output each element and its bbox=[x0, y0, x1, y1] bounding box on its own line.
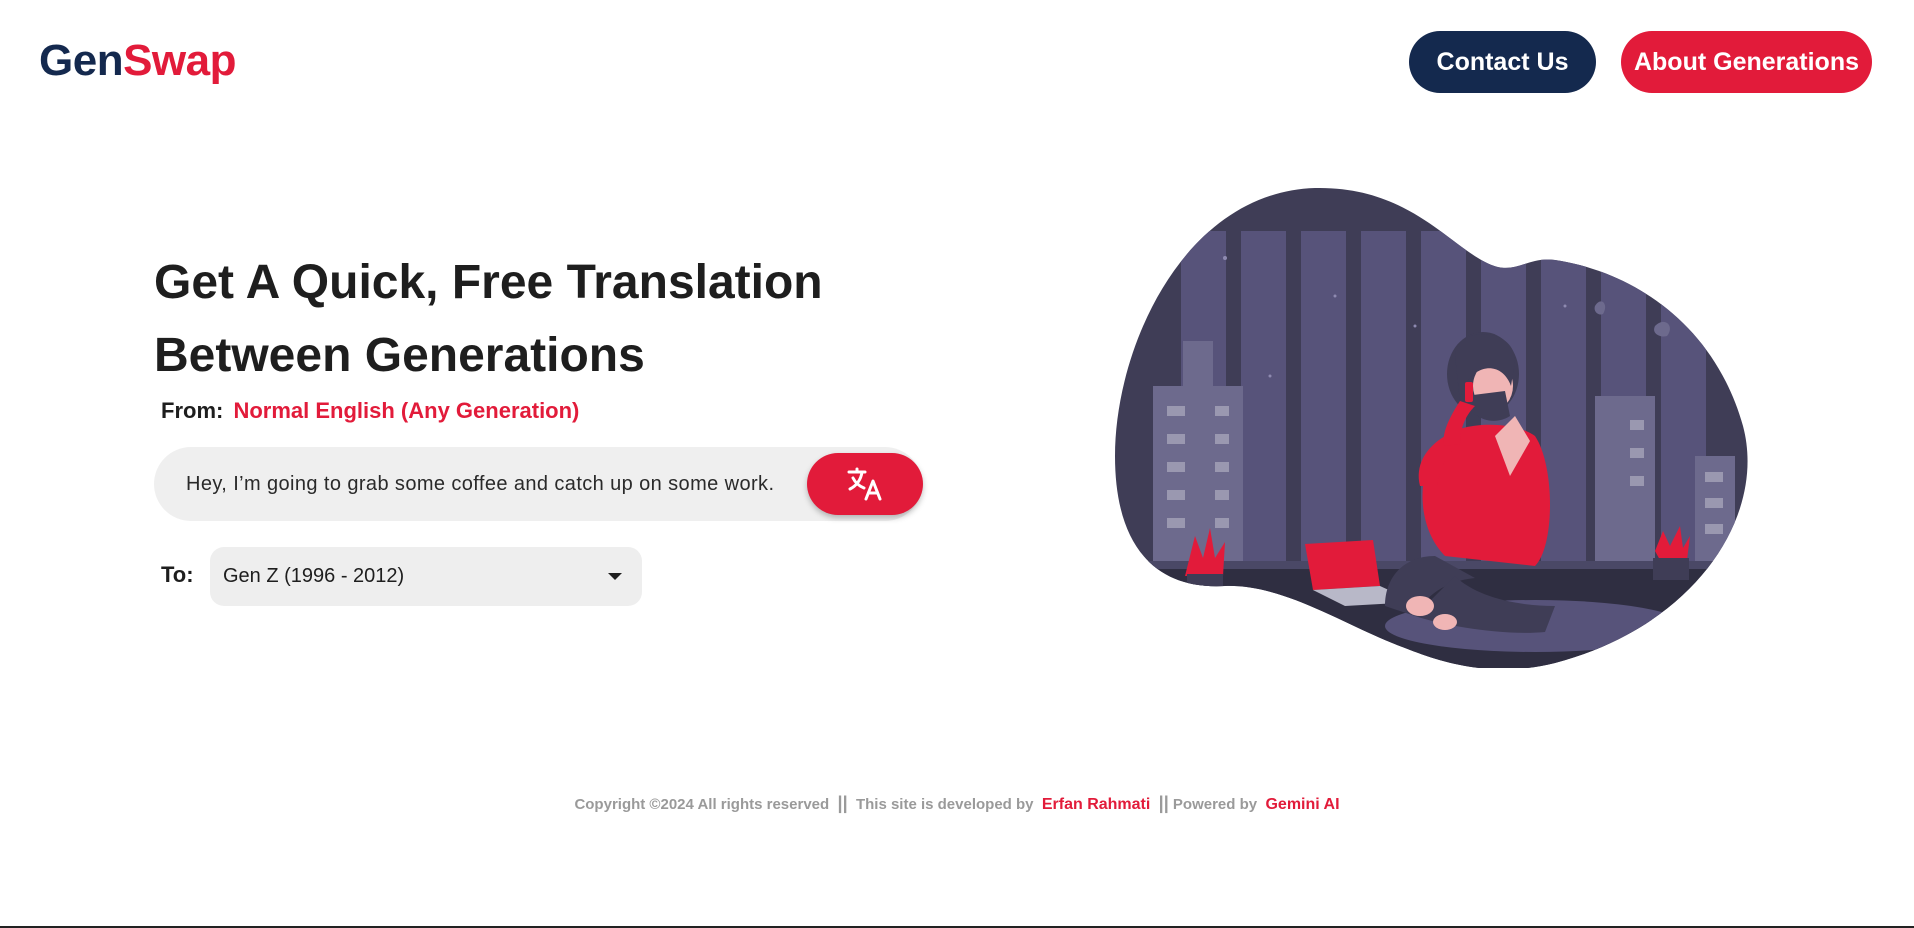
footer-separator-1: || bbox=[837, 793, 848, 813]
hero-illustration bbox=[1115, 187, 1748, 668]
developer-link[interactable]: Erfan Rahmati bbox=[1042, 796, 1150, 813]
from-label: From: bbox=[161, 398, 224, 423]
translation-input-bar: Hey, I’m going to grab some coffee and c… bbox=[154, 447, 923, 521]
target-generation-value: Gen Z (1996 - 2012) bbox=[223, 565, 405, 587]
footer-copyright: Copyright ©2024 All rights reserved bbox=[574, 796, 830, 813]
footer-separator-2: || bbox=[1158, 793, 1169, 813]
contact-us-button[interactable]: Contact Us bbox=[1409, 31, 1596, 93]
from-language-value: Normal English (Any Generation) bbox=[233, 398, 580, 423]
headline-line-1: Get A Quick, Free Translation bbox=[154, 256, 823, 309]
from-row: From: Normal English (Any Generation) bbox=[161, 398, 579, 424]
about-generations-button[interactable]: About Generations bbox=[1621, 31, 1872, 93]
dropdown-caret-icon bbox=[608, 573, 622, 580]
target-generation-select[interactable]: Gen Z (1996 - 2012) bbox=[210, 547, 642, 606]
to-label: To: bbox=[161, 562, 194, 587]
gemini-link[interactable]: Gemini AI bbox=[1265, 796, 1339, 813]
translate-icon bbox=[847, 467, 882, 501]
logo[interactable]: GenSwap bbox=[39, 34, 236, 88]
footer-developed-by: This site is developed by bbox=[855, 796, 1034, 813]
logo-swap-text: Swap bbox=[123, 36, 236, 85]
page-headline: Get A Quick, Free Translation Between Ge… bbox=[154, 246, 934, 392]
source-text-input[interactable]: Hey, I’m going to grab some coffee and c… bbox=[186, 447, 806, 521]
translate-button[interactable] bbox=[807, 453, 923, 515]
footer: Copyright ©2024 All rights reserved || T… bbox=[0, 793, 1914, 814]
headline-line-2: Between Generations bbox=[154, 329, 645, 382]
footer-powered-by: Powered by bbox=[1172, 796, 1258, 813]
page: GenSwap Contact Us About Generations Get… bbox=[0, 0, 1914, 928]
logo-gen-text: Gen bbox=[39, 36, 124, 85]
